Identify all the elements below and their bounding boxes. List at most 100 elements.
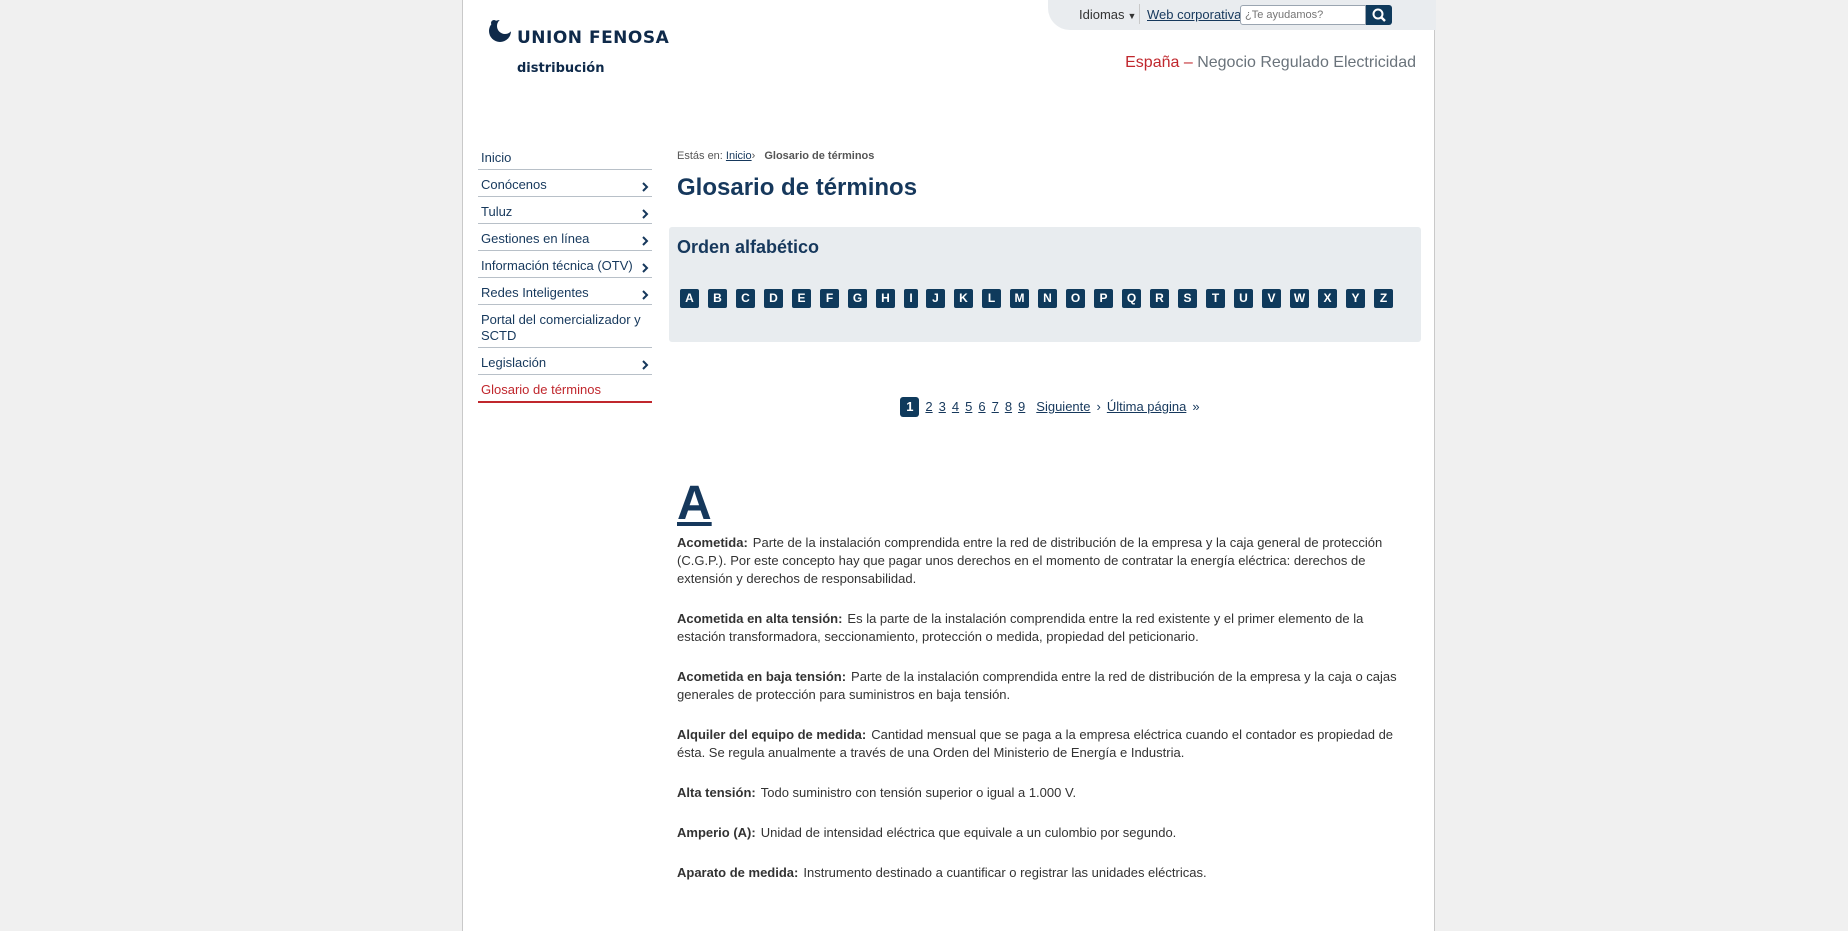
letter-list: ABCDEFGHIJKLMNOPQRSTUVWXYZ bbox=[680, 289, 1402, 308]
search-input[interactable] bbox=[1240, 5, 1366, 25]
letter-button-k[interactable]: K bbox=[954, 289, 973, 308]
sidebar-item-conocenos[interactable]: Conócenos bbox=[478, 175, 652, 197]
region-country: España bbox=[1125, 54, 1180, 71]
page-link[interactable]: 8 bbox=[1005, 399, 1012, 414]
chevron-right-icon: › bbox=[751, 150, 756, 162]
sidebar-item-label: Legislación bbox=[481, 355, 547, 370]
definition-text: Todo suministro con tensión superior o i… bbox=[760, 785, 1077, 800]
region-segment: Negocio Regulado Electricidad bbox=[1197, 54, 1416, 71]
page-current: 1 bbox=[900, 397, 920, 417]
last-page-link[interactable]: Última página bbox=[1107, 399, 1187, 414]
definition-text: Instrumento destinado a cuantificar o re… bbox=[803, 865, 1207, 880]
letter-button-t[interactable]: T bbox=[1206, 289, 1225, 308]
chevron-right-icon bbox=[642, 263, 649, 273]
definition-item: Amperio (A): Unidad de intensidad eléctri… bbox=[677, 824, 1412, 842]
definition-term: Acometida: bbox=[677, 535, 748, 550]
sidebar-item-label: Tuluz bbox=[481, 204, 513, 219]
alphabet-filter: Orden alfabético ABCDEFGHIJKLMNOPQRSTUVW… bbox=[669, 227, 1421, 342]
chevron-right-icon bbox=[642, 209, 649, 219]
main-content: Estás en: Inicio› Glosario de términos G… bbox=[669, 150, 1423, 880]
letter-button-c[interactable]: C bbox=[736, 289, 755, 308]
search-button[interactable] bbox=[1366, 5, 1392, 25]
page-link[interactable]: 2 bbox=[925, 399, 932, 414]
sidebar-item-label: Conócenos bbox=[481, 177, 547, 192]
definition-term: Aparato de medida: bbox=[677, 865, 799, 880]
sidebar-item-glosario[interactable]: Glosario de términos bbox=[478, 380, 652, 403]
definition-item: Acometida en baja tensión: Parte de la in… bbox=[677, 668, 1412, 704]
letter-button-g[interactable]: G bbox=[848, 289, 867, 308]
sidebar-item-label: Portal del comercializador y SCTD bbox=[481, 312, 641, 343]
definition-item: Acometida: Parte de la instalación compre… bbox=[677, 534, 1412, 588]
definition-list: Acometida: Parte de la instalación compre… bbox=[677, 534, 1412, 904]
letter-button-u[interactable]: U bbox=[1234, 289, 1253, 308]
search-icon bbox=[1372, 8, 1386, 22]
letter-button-z[interactable]: Z bbox=[1374, 289, 1393, 308]
section-letter: A bbox=[677, 477, 712, 530]
definition-term: Acometida en alta tensión: bbox=[677, 611, 843, 626]
sidebar-item-informacion-tecnica[interactable]: Información técnica (OTV) bbox=[478, 256, 652, 278]
sidebar-item-legislacion[interactable]: Legislación bbox=[478, 353, 652, 375]
language-label: Idiomas bbox=[1079, 7, 1125, 22]
top-bar: Idiomas ▼ Web corporativa bbox=[1048, 0, 1436, 30]
pagination: 1 2 3 4 5 6 7 8 9 Siguiente › Última página » bbox=[677, 397, 1423, 417]
letter-button-r[interactable]: R bbox=[1150, 289, 1169, 308]
definition-term: Amperio (A): bbox=[677, 825, 756, 840]
breadcrumb-current: Glosario de términos bbox=[764, 150, 875, 162]
sidebar-item-gestiones[interactable]: Gestiones en línea bbox=[478, 229, 652, 251]
page-link[interactable]: 3 bbox=[939, 399, 946, 414]
sidebar-item-label: Inicio bbox=[481, 150, 512, 165]
letter-button-b[interactable]: B bbox=[708, 289, 727, 308]
letter-button-n[interactable]: N bbox=[1038, 289, 1057, 308]
letter-button-p[interactable]: P bbox=[1094, 289, 1113, 308]
letter-button-j[interactable]: J bbox=[926, 289, 945, 308]
sidebar-item-tuluz[interactable]: Tuluz bbox=[478, 202, 652, 224]
letter-button-y[interactable]: Y bbox=[1346, 289, 1365, 308]
sidebar-item-redes[interactable]: Redes Inteligentes bbox=[478, 283, 652, 305]
definition-item: Aparato de medida: Instrumento destinado … bbox=[677, 864, 1412, 882]
letter-button-f[interactable]: F bbox=[820, 289, 839, 308]
region-dash: – bbox=[1183, 54, 1193, 71]
letter-button-w[interactable]: W bbox=[1290, 289, 1309, 308]
letter-button-h[interactable]: H bbox=[876, 289, 895, 308]
chevron-right-icon bbox=[642, 290, 649, 300]
sidebar-nav: Inicio Conócenos Tuluz Gestiones en líne… bbox=[478, 148, 652, 408]
page-link[interactable]: 6 bbox=[978, 399, 985, 414]
alphabet-title: Orden alfabético bbox=[677, 237, 820, 257]
definition-item: Acometida en alta tensión: Es la parte de… bbox=[677, 610, 1412, 646]
letter-button-a[interactable]: A bbox=[680, 289, 699, 308]
web-corporativa-link[interactable]: Web corporativa bbox=[1147, 7, 1241, 22]
page-link[interactable]: 9 bbox=[1018, 399, 1025, 414]
letter-button-v[interactable]: V bbox=[1262, 289, 1281, 308]
definition-term: Alta tensión: bbox=[677, 785, 756, 800]
logo-sub: distribución bbox=[517, 61, 605, 76]
sidebar-item-portal[interactable]: Portal del comercializador y SCTD bbox=[478, 310, 652, 348]
page-link[interactable]: 7 bbox=[992, 399, 999, 414]
language-menu[interactable]: Idiomas ▼ bbox=[1079, 7, 1136, 22]
breadcrumb-prefix: Estás en: bbox=[677, 150, 723, 162]
letter-button-e[interactable]: E bbox=[792, 289, 811, 308]
sidebar-item-label: Información técnica (OTV) bbox=[481, 258, 633, 273]
chevron-right-icon bbox=[642, 182, 649, 192]
chevron-down-icon: ▼ bbox=[1127, 11, 1137, 21]
chevron-right-icon bbox=[642, 236, 649, 246]
definition-term: Acometida en baja tensión: bbox=[677, 669, 847, 684]
page-link[interactable]: 5 bbox=[965, 399, 972, 414]
letter-button-m[interactable]: M bbox=[1010, 289, 1029, 308]
letter-button-i[interactable]: I bbox=[904, 289, 918, 308]
chevron-right-icon: › bbox=[1096, 399, 1101, 414]
letter-button-l[interactable]: L bbox=[982, 289, 1001, 308]
letter-button-d[interactable]: D bbox=[764, 289, 783, 308]
letter-button-o[interactable]: O bbox=[1066, 289, 1085, 308]
letter-button-x[interactable]: X bbox=[1318, 289, 1337, 308]
letter-button-s[interactable]: S bbox=[1178, 289, 1197, 308]
breadcrumb-home-link[interactable]: Inicio bbox=[726, 150, 752, 162]
page-link[interactable]: 4 bbox=[952, 399, 959, 414]
definition-term: Alquiler del equipo de medida: bbox=[677, 727, 867, 742]
letter-button-q[interactable]: Q bbox=[1122, 289, 1141, 308]
sidebar-item-inicio[interactable]: Inicio bbox=[478, 148, 652, 170]
next-page-link[interactable]: Siguiente bbox=[1036, 399, 1090, 414]
sidebar-item-label: Gestiones en línea bbox=[481, 231, 590, 246]
definition-text: Unidad de intensidad eléctrica que equiv… bbox=[760, 825, 1177, 840]
sidebar-item-label: Glosario de términos bbox=[481, 382, 601, 397]
page-container: UNION FENOSA distribución Idiomas ▼ Web c… bbox=[462, 0, 1436, 931]
